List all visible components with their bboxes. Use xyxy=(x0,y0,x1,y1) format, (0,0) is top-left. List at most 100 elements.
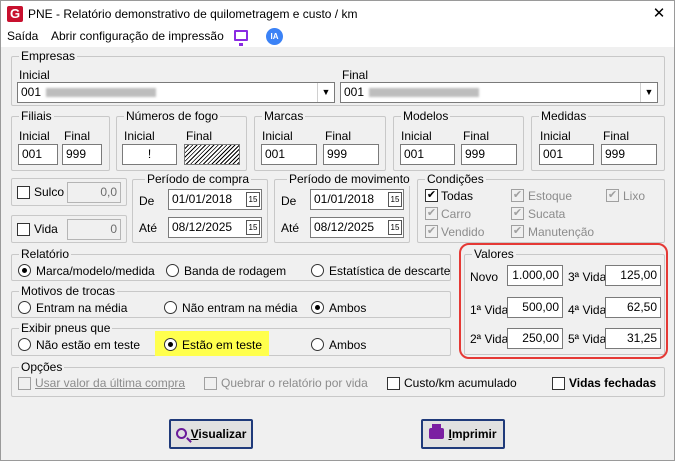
medidas-inicial-input[interactable]: 001 xyxy=(539,144,594,165)
medidas-inicial-label: Inicial xyxy=(540,129,571,143)
valores-novo-input[interactable]: 1.000,00 xyxy=(507,265,563,286)
condicao-vendido-checkbox[interactable]: ✔ xyxy=(425,225,438,238)
filiais-inicial-label: Inicial xyxy=(19,129,50,143)
vida-label: Vida xyxy=(34,222,58,236)
relatorio-marca-label: Marca/modelo/medida xyxy=(36,264,155,278)
vidas-fechadas-label: Vidas fechadas xyxy=(569,376,657,390)
calendar-icon[interactable]: 15 xyxy=(246,192,260,207)
exibir-ambos-radio[interactable] xyxy=(311,338,324,351)
modelos-inicial-input[interactable]: 001 xyxy=(400,144,455,165)
quebrar-checkbox[interactable] xyxy=(204,377,217,390)
periodo-movimento-de-label: De xyxy=(281,194,297,208)
monitor-icon[interactable] xyxy=(234,30,248,46)
chevron-down-icon[interactable]: ▼ xyxy=(640,83,657,102)
condicao-lixo-label: Lixo xyxy=(623,189,646,203)
periodo-compra-de-value: 01/01/2018 xyxy=(172,192,233,206)
close-button[interactable]: ✕ xyxy=(644,1,674,27)
periodo-movimento-de-input[interactable]: 01/01/2018 15 xyxy=(310,189,404,210)
periodo-compra-de-input[interactable]: 01/01/2018 15 xyxy=(168,189,262,210)
motivos-nao-entram-label: Não entram na média xyxy=(182,301,298,315)
sulco-checkbox[interactable] xyxy=(17,186,30,199)
filiais-inicial-input[interactable]: 001 xyxy=(18,144,58,165)
chevron-down-icon[interactable]: ▼ xyxy=(317,83,334,102)
menu-saida[interactable]: Saída xyxy=(7,29,38,43)
condicao-vendido-label: Vendido xyxy=(441,225,485,239)
motivos-entram-label: Entram na média xyxy=(36,301,128,315)
sulco-label: Sulco xyxy=(34,185,65,199)
relatorio-marca-radio[interactable] xyxy=(18,264,31,277)
valores-vida5-label: 5ª Vida xyxy=(568,332,607,346)
medidas-final-input[interactable]: 999 xyxy=(601,144,657,165)
imprimir-label: mprimir xyxy=(451,427,497,441)
quebrar-label: Quebrar o relatório por vida xyxy=(221,376,368,390)
imprimir-button[interactable]: Imprimir xyxy=(421,419,505,449)
calendar-icon[interactable]: 15 xyxy=(388,192,402,207)
filiais-final-input[interactable]: 999 xyxy=(62,144,102,165)
motivos-entram-radio[interactable] xyxy=(18,301,31,314)
valores-vida1-label: 1ª Vida xyxy=(470,303,509,317)
condicao-estoque-label: Estoque xyxy=(528,189,573,203)
empresa-inicial-combo[interactable]: 001 ▼ xyxy=(17,82,335,103)
valores-vida3-input[interactable]: 125,00 xyxy=(605,265,661,286)
usar-valor-checkbox[interactable] xyxy=(18,377,31,390)
periodo-compra-ate-value: 08/12/2025 xyxy=(172,220,233,234)
visualizar-label: isualizar xyxy=(198,427,247,441)
periodo-movimento-ate-input[interactable]: 08/12/2025 15 xyxy=(310,217,404,238)
motivos-nao-entram-radio[interactable] xyxy=(164,301,177,314)
condicao-todas-checkbox[interactable]: ✔ xyxy=(425,189,438,202)
calendar-icon[interactable]: 15 xyxy=(246,220,260,235)
empresa-final-value: 001 xyxy=(344,85,365,99)
medidas-final-label: Final xyxy=(603,129,630,143)
relatorio-banda-radio[interactable] xyxy=(166,264,179,277)
condicao-manutencao-checkbox[interactable]: ✔ xyxy=(511,225,524,238)
exibir-nao-estao-radio[interactable] xyxy=(18,338,31,351)
menu-bar: Saída Abrir configuração de impressão IA xyxy=(1,27,674,47)
relatorio-banda-label: Banda de rodagem xyxy=(184,264,287,278)
ia-icon[interactable]: IA xyxy=(266,28,283,45)
menu-abrir-configuracao[interactable]: Abrir configuração de impressão xyxy=(51,29,224,43)
marcas-inicial-input[interactable]: 001 xyxy=(261,144,317,165)
valores-vida5-input[interactable]: 31,25 xyxy=(605,328,661,349)
empresas-title: Empresas xyxy=(19,49,78,63)
condicao-sucata-checkbox[interactable]: ✔ xyxy=(511,207,524,220)
relatorio-estatistica-radio[interactable] xyxy=(311,264,324,277)
empresa-final-combo[interactable]: 001 ▼ xyxy=(340,82,658,103)
marcas-final-input[interactable]: 999 xyxy=(323,144,379,165)
marcas-inicial-label: Inicial xyxy=(262,129,293,143)
calendar-icon[interactable]: 15 xyxy=(388,220,402,235)
motivos-ambos-radio[interactable] xyxy=(311,301,324,314)
window-title: PNE - Relatório demonstrativo de quilome… xyxy=(28,7,358,21)
marcas-final-label: Final xyxy=(325,129,352,143)
valores-vida2-input[interactable]: 250,00 xyxy=(507,328,563,349)
motivos-trocas-title: Motivos de trocas xyxy=(19,284,118,298)
exibir-nao-estao-label: Não estão em teste xyxy=(36,338,141,352)
printer-icon xyxy=(429,424,445,439)
periodo-movimento-ate-label: Até xyxy=(281,221,300,235)
numeros-fogo-inicial-input[interactable]: ! xyxy=(122,144,177,165)
sulco-input[interactable]: 0,0 xyxy=(67,182,121,203)
vidas-fechadas-checkbox[interactable] xyxy=(552,377,565,390)
periodo-compra-ate-input[interactable]: 08/12/2025 15 xyxy=(168,217,262,238)
valores-vida4-input[interactable]: 62,50 xyxy=(605,297,661,318)
vida-input[interactable]: 0 xyxy=(67,219,121,240)
medidas-title: Medidas xyxy=(539,109,589,123)
modelos-final-input[interactable]: 999 xyxy=(461,144,517,165)
condicao-lixo-checkbox[interactable]: ✔ xyxy=(606,189,619,202)
visualizar-button[interactable]: Visualizar xyxy=(169,419,253,449)
exibir-estao-radio[interactable] xyxy=(164,338,177,351)
report-window: G PNE - Relatório demonstrativo de quilo… xyxy=(0,0,675,461)
condicao-estoque-checkbox[interactable]: ✔ xyxy=(511,189,524,202)
valores-vida2-label: 2ª Vida xyxy=(470,332,509,346)
condicao-carro-checkbox[interactable]: ✔ xyxy=(425,207,438,220)
condicoes-title: Condições xyxy=(425,172,486,186)
numeros-fogo-final-input[interactable] xyxy=(184,144,240,165)
modelos-final-label: Final xyxy=(463,129,490,143)
usar-valor-label: Usar valor da última compra xyxy=(35,376,186,390)
valores-novo-label: Novo xyxy=(470,270,499,284)
valores-vida1-input[interactable]: 500,00 xyxy=(507,297,563,318)
filiais-final-label: Final xyxy=(64,129,91,143)
empresas-inicial-label: Inicial xyxy=(19,68,50,82)
opcoes-title: Opções xyxy=(19,360,65,374)
vida-checkbox[interactable] xyxy=(17,223,30,236)
custo-km-checkbox[interactable] xyxy=(387,377,400,390)
